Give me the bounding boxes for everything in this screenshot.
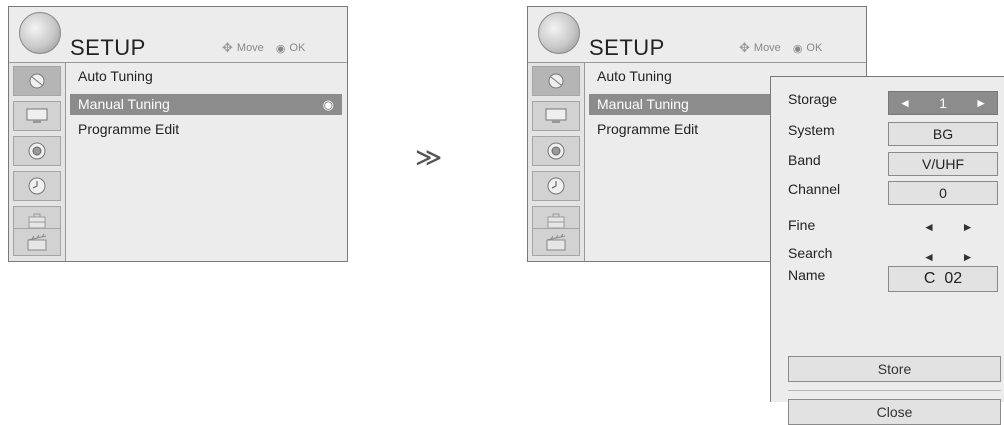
- menu-item-programme-edit[interactable]: Programme Edit: [70, 119, 342, 140]
- hint-bar: ✥ Move ◉ OK: [222, 40, 305, 56]
- ok-circle-icon: ◉: [275, 42, 286, 55]
- storage-value: 1: [939, 95, 947, 111]
- monitor-icon: [26, 108, 48, 123]
- satellite-dish-icon: [538, 12, 580, 54]
- clock-icon: [547, 177, 565, 195]
- button-divider: [788, 390, 1001, 391]
- arrow-right-icon[interactable]: ►: [962, 250, 974, 264]
- name-field[interactable]: C 02: [888, 266, 998, 292]
- search-label: Search: [788, 245, 833, 261]
- rail-tab-input[interactable]: [532, 228, 580, 256]
- rail-tab-audio[interactable]: [532, 136, 580, 166]
- move-arrows-icon: ✥: [739, 40, 750, 55]
- speaker-icon: [28, 142, 46, 160]
- arrow-left-icon[interactable]: ◄: [923, 250, 935, 264]
- storage-selector[interactable]: ◄ 1 ►: [888, 91, 998, 115]
- hint-ok-label: OK: [289, 42, 306, 54]
- speaker-icon: [547, 142, 565, 160]
- move-arrows-icon: ✥: [222, 40, 233, 55]
- rail-tab-picture[interactable]: [532, 101, 580, 131]
- setup-menu-left: SETUP ✥ Move ◉ OK Auto Tuning Manual Tun…: [8, 6, 348, 262]
- arrow-left-icon[interactable]: ◄: [923, 220, 935, 234]
- hint-ok-label: OK: [806, 42, 823, 54]
- clapperboard-icon: [27, 233, 47, 251]
- arrow-right-icon[interactable]: ►: [962, 220, 974, 234]
- band-label: Band: [788, 152, 821, 168]
- band-field[interactable]: V/UHF: [888, 152, 998, 176]
- rail-tab-audio[interactable]: [13, 136, 61, 166]
- manual-tuning-panel: Storage ◄ 1 ► System BG Band V/UHF Chann…: [770, 76, 1004, 425]
- clock-icon: [28, 177, 46, 195]
- rail-tab-setup[interactable]: [532, 66, 580, 96]
- menu-title: SETUP: [589, 35, 665, 60]
- rail-tab-setup[interactable]: [13, 66, 61, 96]
- menu-item-manual-tuning[interactable]: Manual Tuning ◉: [70, 94, 342, 115]
- hint-move-label: Move: [753, 42, 781, 54]
- fine-arrows[interactable]: ◄ ►: [923, 220, 973, 234]
- name-label: Name: [788, 267, 826, 283]
- storage-label: Storage: [788, 91, 838, 107]
- hint-bar: ✥ Move ◉ OK: [739, 40, 822, 56]
- system-label: System: [788, 122, 835, 138]
- monitor-icon: [545, 108, 567, 123]
- satellite-dish-icon: [29, 73, 45, 89]
- rail-divider: [584, 63, 585, 261]
- channel-label: Channel: [788, 181, 841, 197]
- transition-arrow: ≫: [415, 142, 443, 172]
- system-field[interactable]: BG: [888, 122, 998, 146]
- satellite-dish-icon: [548, 73, 564, 89]
- rail-tab-picture[interactable]: [13, 101, 61, 131]
- clapperboard-icon: [546, 233, 566, 251]
- menu-item-auto-tuning[interactable]: Auto Tuning: [70, 66, 342, 87]
- ok-circle-icon: ◉: [792, 42, 803, 55]
- arrow-left-icon[interactable]: ◄: [899, 92, 911, 114]
- arrow-right-icon[interactable]: ►: [975, 92, 987, 114]
- rail-tab-time[interactable]: [532, 171, 580, 201]
- satellite-dish-icon: [19, 12, 61, 54]
- rail-tab-time[interactable]: [13, 171, 61, 201]
- rail-tab-input[interactable]: [13, 228, 61, 256]
- menu-title: SETUP: [70, 35, 146, 60]
- hint-move-label: Move: [236, 42, 264, 54]
- fine-label: Fine: [788, 217, 816, 233]
- ok-circle-icon: ◉: [322, 97, 334, 112]
- close-button[interactable]: Close: [788, 399, 1001, 425]
- search-arrows[interactable]: ◄ ►: [923, 250, 973, 264]
- channel-field[interactable]: 0: [888, 181, 998, 205]
- menu-item-label: Manual Tuning: [78, 96, 170, 112]
- rail-divider: [65, 63, 66, 261]
- store-button[interactable]: Store: [788, 356, 1001, 382]
